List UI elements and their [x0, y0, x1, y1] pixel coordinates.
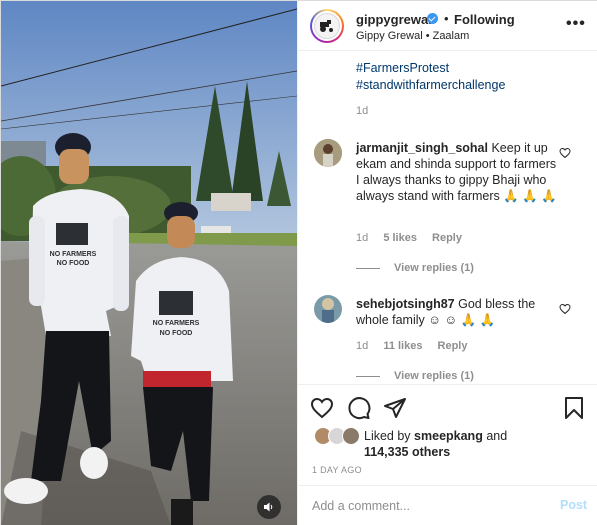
liked-by-avatars[interactable]	[314, 427, 364, 447]
mute-toggle-button[interactable]	[257, 495, 281, 519]
comment-bubble-icon[interactable]	[347, 396, 371, 420]
post-header: gippygrewal • Following Gippy Grewal • Z…	[298, 1, 597, 51]
comment-body: sehebjotsingh87 God bless the whole fami…	[356, 296, 561, 328]
post-timestamp[interactable]: 1 DAY AGO	[312, 465, 362, 475]
liker-username[interactable]: smeepkang	[414, 429, 483, 443]
following-button[interactable]: Following	[454, 12, 515, 27]
likes-summary: Liked by smeepkang and 114,335 others	[364, 429, 508, 459]
tractor-logo-icon	[314, 13, 340, 39]
add-comment-bar: Post	[298, 485, 597, 525]
post-comment-button[interactable]: Post	[560, 498, 587, 512]
video-frame-illustration: NO FARMERS NO FOOD NO FARMERS NO FOOD	[1, 1, 297, 525]
comment-input[interactable]	[312, 495, 532, 517]
share-paper-plane-icon[interactable]	[383, 396, 407, 420]
comment-meta: 1d 11 likes Reply	[356, 340, 468, 352]
comment-meta: 1d 5 likes Reply	[356, 232, 462, 244]
more-options-icon[interactable]: •••	[566, 15, 586, 33]
comment-age: 1d	[356, 340, 369, 352]
comment-likes[interactable]: 5 likes	[383, 232, 417, 244]
hashtag-link[interactable]: #FarmersProtest	[356, 61, 449, 75]
view-replies-button[interactable]: View replies (1)	[356, 262, 474, 274]
save-bookmark-icon[interactable]	[562, 396, 586, 420]
svg-text:NO FOOD: NO FOOD	[160, 330, 193, 337]
like-comment-icon[interactable]	[559, 303, 571, 315]
audio-subtitle[interactable]: Gippy Grewal • Zaalam	[356, 30, 469, 42]
view-replies-button[interactable]: View replies (1)	[356, 370, 474, 382]
caption-age: 1d	[356, 105, 369, 117]
liked-by-others-link[interactable]: 114,335 others	[364, 445, 450, 459]
comment-likes[interactable]: 11 likes	[383, 340, 422, 352]
comment-username[interactable]: sehebjotsingh87	[356, 297, 455, 311]
comment-age: 1d	[356, 232, 369, 244]
svg-text:NO FOOD: NO FOOD	[57, 260, 90, 267]
svg-text:NO FARMERS: NO FARMERS	[50, 251, 97, 258]
reply-button[interactable]: Reply	[438, 340, 468, 352]
like-heart-icon[interactable]	[310, 396, 334, 420]
post-video[interactable]: NO FARMERS NO FOOD NO FARMERS NO FOOD	[1, 1, 297, 525]
hashtag-link[interactable]: #standwithfarmerchallenge	[356, 78, 505, 92]
comment-username[interactable]: jarmanjit_singh_sohal	[356, 141, 488, 155]
like-comment-icon[interactable]	[559, 147, 571, 159]
header-separator: •	[444, 11, 449, 26]
comment-body: jarmanjit_singh_sohal Keep it up ekam an…	[356, 140, 561, 204]
commenter-avatar[interactable]	[314, 295, 342, 323]
reply-button[interactable]: Reply	[432, 232, 462, 244]
comments-list[interactable]: #FarmersProtest #standwithfarmerchalleng…	[298, 52, 597, 383]
verified-badge-icon	[427, 13, 438, 24]
svg-text:NO FARMERS: NO FARMERS	[153, 320, 200, 327]
author-avatar[interactable]	[310, 9, 344, 43]
commenter-avatar[interactable]	[314, 139, 342, 167]
post-side-panel: gippygrewal • Following Gippy Grewal • Z…	[297, 1, 597, 525]
instagram-post: NO FARMERS NO FOOD NO FARMERS NO FOOD gi…	[0, 0, 597, 525]
author-username[interactable]: gippygrewal	[356, 12, 432, 27]
speaker-icon	[264, 502, 273, 512]
post-actions: Liked by smeepkang and 114,335 others 1 …	[298, 384, 597, 524]
